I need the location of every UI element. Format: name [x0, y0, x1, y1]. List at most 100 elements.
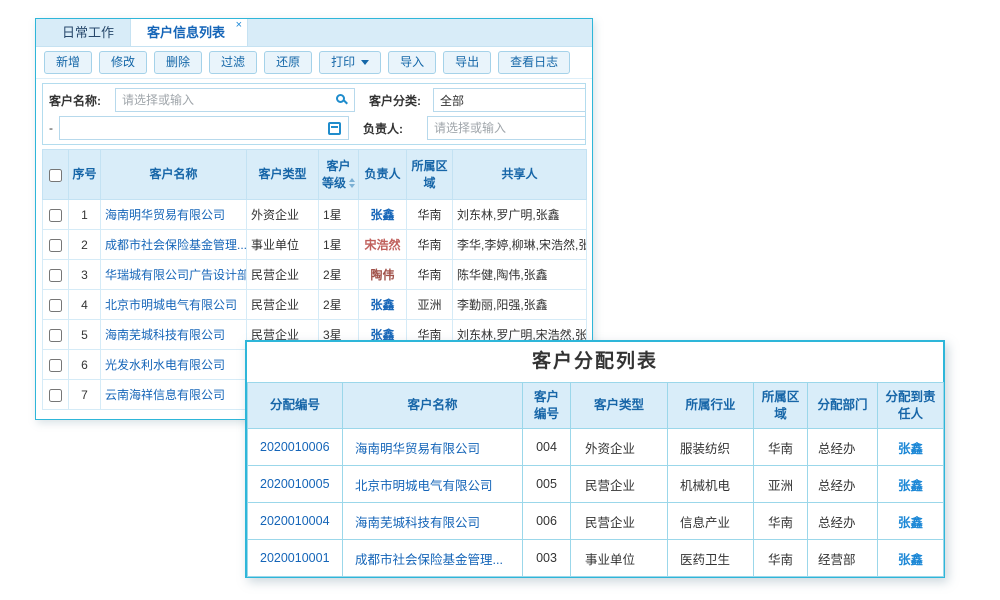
- cell-checkbox: [43, 260, 69, 290]
- row-checkbox[interactable]: [49, 209, 62, 222]
- customer-category-select[interactable]: 全部: [433, 88, 586, 112]
- select-all-checkbox[interactable]: [49, 169, 62, 182]
- cell-region: 华南: [407, 230, 453, 260]
- customer-name-link[interactable]: 华瑞城有限公司广告设计部: [105, 268, 247, 282]
- restore-button[interactable]: 还原: [264, 51, 312, 74]
- cell-alloc-customer-name: 海南芜城科技有限公司: [343, 503, 523, 540]
- cell-alloc-customer-type: 事业单位: [571, 540, 668, 577]
- col-header-assignee: 分配到责任人: [878, 383, 944, 429]
- edit-button[interactable]: 修改: [99, 51, 147, 74]
- owner-label: 负责人:: [363, 120, 427, 137]
- allocation-row: 2020010005 北京市明城电气有限公司 005 民营企业 机械机电 亚洲 …: [248, 466, 944, 503]
- row-checkbox[interactable]: [49, 239, 62, 252]
- customer-name-link[interactable]: 海南芜城科技有限公司: [105, 328, 225, 342]
- col-header-customer-level[interactable]: 客户等级: [319, 150, 359, 200]
- cell-alloc-customer-name: 海南明华贸易有限公司: [343, 429, 523, 466]
- export-button[interactable]: 导出: [443, 51, 491, 74]
- col-header-shared[interactable]: 共享人: [453, 150, 587, 200]
- alloc-no-link[interactable]: 2020010004: [260, 514, 330, 528]
- alloc-customer-name-link[interactable]: 成都市社会保险基金管理...: [355, 553, 503, 567]
- alloc-no-link[interactable]: 2020010006: [260, 440, 330, 454]
- row-checkbox[interactable]: [49, 359, 62, 372]
- customer-name-link[interactable]: 北京市明城电气有限公司: [105, 298, 237, 312]
- col-header-customer-type[interactable]: 客户类型: [247, 150, 319, 200]
- cell-alloc-no: 2020010001: [248, 540, 343, 577]
- customer-name-link[interactable]: 光发水利水电有限公司: [105, 358, 225, 372]
- owner-input[interactable]: [428, 121, 586, 135]
- owner-link[interactable]: 宋浩然: [364, 238, 400, 252]
- col-header-region[interactable]: 所属区域: [407, 150, 453, 200]
- customer-name-link[interactable]: 云南海祥信息有限公司: [105, 388, 225, 402]
- cell-customer-level: 1星: [319, 230, 359, 260]
- tab-daily-work[interactable]: 日常工作: [46, 19, 130, 46]
- assignee-link[interactable]: 张鑫: [898, 516, 923, 530]
- cell-customer-name: 北京市明城电气有限公司: [101, 290, 247, 320]
- row-checkbox[interactable]: [49, 299, 62, 312]
- cell-customer-name: 光发水利水电有限公司: [101, 350, 247, 380]
- col-header-owner[interactable]: 负责人: [359, 150, 407, 200]
- assignee-link[interactable]: 张鑫: [898, 553, 923, 567]
- alloc-customer-name-link[interactable]: 海南芜城科技有限公司: [355, 516, 480, 530]
- selected-category-value: 全部: [434, 92, 464, 109]
- assignee-link[interactable]: 张鑫: [898, 479, 923, 493]
- owner-link[interactable]: 张鑫: [370, 208, 394, 222]
- customer-name-link[interactable]: 海南明华贸易有限公司: [105, 208, 225, 222]
- cell-region: 华南: [407, 260, 453, 290]
- cell-customer-no: 003: [523, 540, 571, 577]
- import-button[interactable]: 导入: [388, 51, 436, 74]
- alloc-no-link[interactable]: 2020010001: [260, 551, 330, 565]
- filter-button[interactable]: 过滤: [209, 51, 257, 74]
- sort-icon[interactable]: [349, 178, 355, 188]
- date-input[interactable]: [60, 121, 328, 135]
- add-button[interactable]: 新增: [44, 51, 92, 74]
- cell-checkbox: [43, 230, 69, 260]
- col-header-customer-name[interactable]: 客户名称: [101, 150, 247, 200]
- row-checkbox[interactable]: [49, 389, 62, 402]
- customer-category-label: 客户分类:: [369, 92, 433, 109]
- cell-customer-no: 006: [523, 503, 571, 540]
- cell-region: 亚洲: [407, 290, 453, 320]
- cell-customer-type: 事业单位: [247, 230, 319, 260]
- cell-owner: 张鑫: [359, 200, 407, 230]
- tab-customer-info-list[interactable]: 客户信息列表 ×: [130, 19, 248, 46]
- date-range-dash: -: [49, 121, 53, 135]
- allocation-row: 2020010006 海南明华贸易有限公司 004 外资企业 服装纺织 华南 总…: [248, 429, 944, 466]
- view-log-button[interactable]: 查看日志: [498, 51, 570, 74]
- cell-customer-name: 华瑞城有限公司广告设计部: [101, 260, 247, 290]
- row-checkbox[interactable]: [49, 329, 62, 342]
- calendar-icon[interactable]: [328, 122, 341, 135]
- col-header-no[interactable]: 序号: [69, 150, 101, 200]
- print-button-label: 打印: [331, 55, 355, 70]
- print-button[interactable]: 打印: [319, 51, 381, 74]
- cell-customer-no: 005: [523, 466, 571, 503]
- customer-name-input[interactable]: [116, 93, 336, 107]
- owner-link[interactable]: 张鑫: [370, 298, 394, 312]
- cell-industry: 机械机电: [668, 466, 754, 503]
- cell-alloc-region: 华南: [754, 503, 808, 540]
- alloc-customer-name-link[interactable]: 北京市明城电气有限公司: [355, 479, 493, 493]
- cell-shared-users: 李华,李婷,柳琳,宋浩然,张鑫: [453, 230, 587, 260]
- owner-link[interactable]: 陶伟: [370, 268, 394, 282]
- tab-label: 客户信息列表: [147, 25, 225, 40]
- customer-name-link[interactable]: 成都市社会保险基金管理...: [105, 238, 247, 252]
- cell-alloc-no: 2020010006: [248, 429, 343, 466]
- col-header-alloc-customer-name: 客户名称: [343, 383, 523, 429]
- cell-alloc-region: 亚洲: [754, 466, 808, 503]
- cell-alloc-region: 华南: [754, 429, 808, 466]
- cell-customer-level: 2星: [319, 290, 359, 320]
- close-tab-icon[interactable]: ×: [236, 19, 242, 32]
- assignee-link[interactable]: 张鑫: [898, 442, 923, 456]
- cell-customer-type: 民营企业: [247, 290, 319, 320]
- delete-button[interactable]: 删除: [154, 51, 202, 74]
- allocation-row: 2020010001 成都市社会保险基金管理... 003 事业单位 医药卫生 …: [248, 540, 944, 577]
- col-header-alloc-customer-type: 客户类型: [571, 383, 668, 429]
- owner-field: [427, 116, 586, 140]
- search-icon[interactable]: [336, 94, 345, 103]
- cell-customer-type: 外资企业: [247, 200, 319, 230]
- alloc-customer-name-link[interactable]: 海南明华贸易有限公司: [355, 442, 480, 456]
- cell-customer-level: 2星: [319, 260, 359, 290]
- alloc-no-link[interactable]: 2020010005: [260, 477, 330, 491]
- cell-industry: 医药卫生: [668, 540, 754, 577]
- cell-alloc-region: 华南: [754, 540, 808, 577]
- row-checkbox[interactable]: [49, 269, 62, 282]
